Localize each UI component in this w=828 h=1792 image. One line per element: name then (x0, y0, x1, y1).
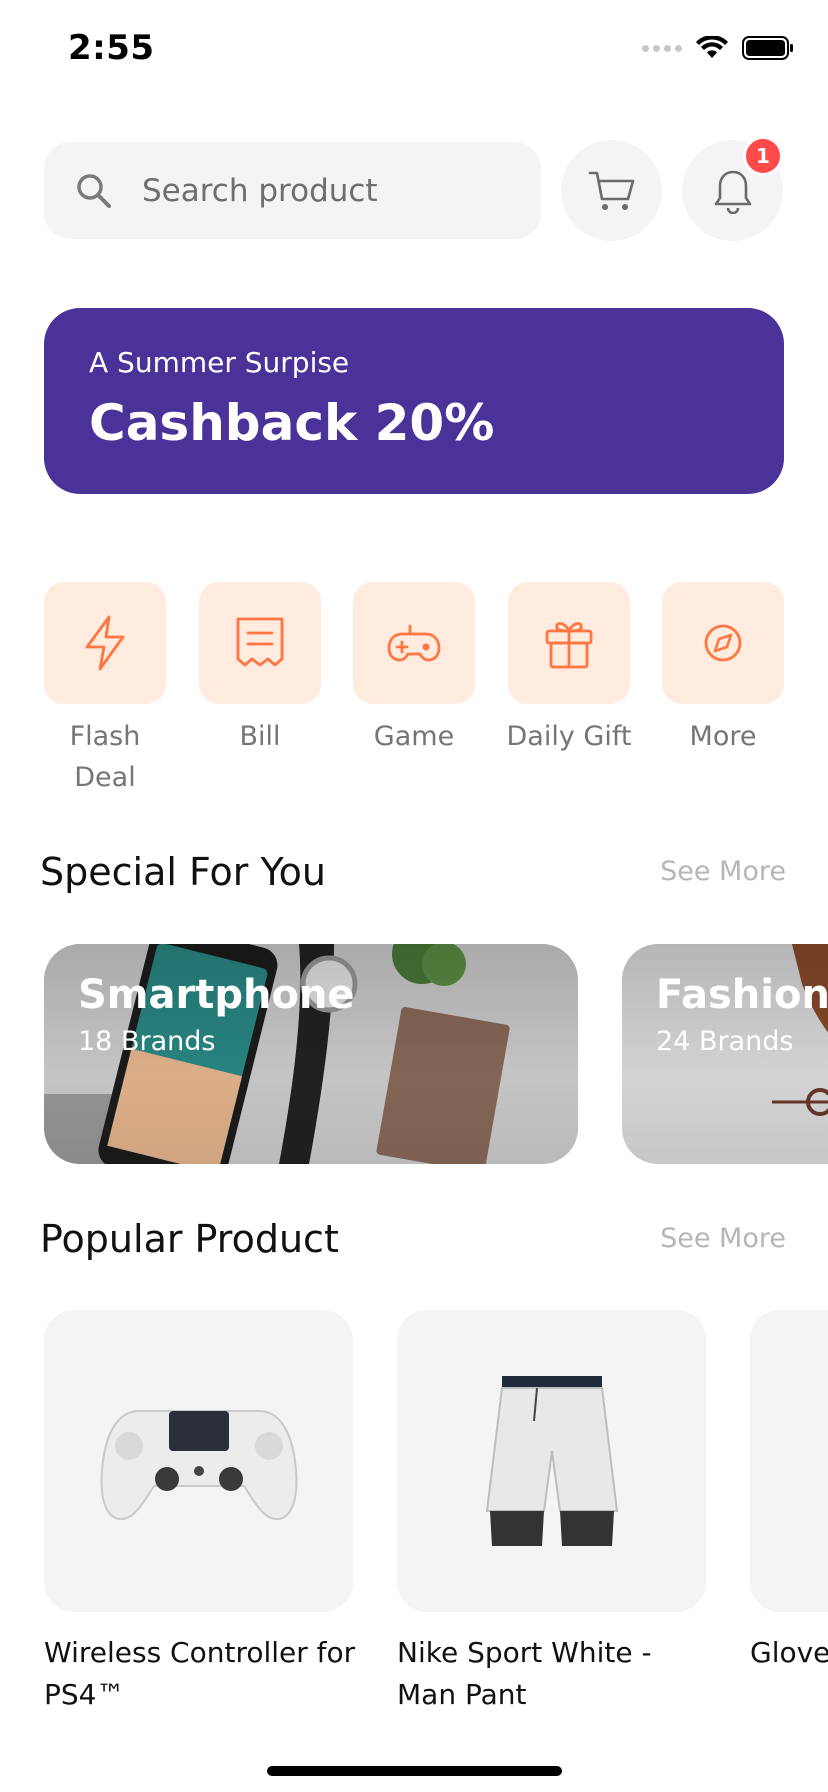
card-title: Fashion (656, 972, 828, 1018)
product-card[interactable]: Nike Sport White - Man Pant (397, 1310, 706, 1716)
banner-title: Cashback 20% (89, 394, 495, 452)
search-input[interactable] (142, 172, 502, 209)
search-icon (77, 173, 111, 208)
gift-icon (545, 622, 593, 669)
card-subtitle: 24 Brands (656, 1026, 794, 1057)
special-see-more-link[interactable]: See More (660, 856, 786, 887)
special-card-fashion[interactable]: Fashion 24 Brands (622, 944, 828, 1164)
status-indicators (642, 36, 794, 60)
promo-banner[interactable]: A Summer Surpise Cashback 20% (44, 308, 784, 494)
banner-subtitle: A Summer Surpise (89, 346, 350, 379)
search-bar[interactable] (44, 142, 541, 239)
notification-badge: 1 (743, 136, 783, 176)
category-label: Game (373, 721, 455, 752)
discover-icon (704, 624, 742, 662)
product-image (44, 1310, 353, 1612)
game-icon (387, 624, 441, 662)
bell-icon (714, 170, 751, 214)
product-card[interactable]: Glove Polygon (750, 1310, 828, 1674)
status-time: 2:55 (68, 28, 155, 68)
product-name: Nike Sport White - Man Pant (397, 1636, 652, 1711)
notification-button[interactable]: 1 (682, 136, 783, 241)
sport-shorts-image (485, 1376, 618, 1546)
battery-icon (742, 36, 793, 60)
popular-see-more-link[interactable]: See More (660, 1223, 786, 1254)
product-image (397, 1310, 706, 1612)
category-label: Daily Gift (506, 721, 632, 752)
category-more[interactable]: More (662, 582, 784, 757)
category-label: Bill (239, 721, 281, 752)
cart-button[interactable] (561, 140, 662, 241)
special-card-smartphone[interactable]: Smartphone 18 Brands (44, 944, 578, 1164)
cellular-signal-icon (642, 44, 682, 52)
category-bill[interactable]: Bill (199, 582, 321, 757)
game-controller-image (100, 1410, 297, 1521)
wifi-icon (696, 36, 728, 58)
home-indicator[interactable] (267, 1766, 562, 1776)
category-icon-box (44, 582, 166, 704)
category-label: Flash Deal (69, 721, 141, 793)
category-icon-box (662, 582, 784, 704)
category-icon-box (353, 582, 475, 704)
card-title: Smartphone (78, 972, 355, 1018)
category-label: More (689, 721, 757, 752)
flash-icon (85, 615, 125, 671)
bill-icon (236, 617, 284, 667)
home-screen: 2:55 1 (0, 0, 828, 1792)
product-card[interactable]: Wireless Controller for PS4™ (44, 1310, 355, 1716)
special-section-title: Special For You (40, 850, 326, 894)
category-icon-box (508, 582, 630, 704)
cart-icon (588, 171, 634, 210)
product-name: Glove Polygon (750, 1636, 828, 1669)
category-icon-box (199, 582, 321, 704)
popular-section-title: Popular Product (40, 1217, 339, 1261)
card-subtitle: 18 Brands (78, 1026, 216, 1057)
category-flash-deal[interactable]: Flash Deal (44, 582, 166, 798)
category-game[interactable]: Game (353, 582, 475, 757)
category-daily-gift[interactable]: Daily Gift (507, 582, 631, 757)
product-name: Wireless Controller for PS4™ (44, 1636, 356, 1711)
product-image (750, 1310, 828, 1612)
